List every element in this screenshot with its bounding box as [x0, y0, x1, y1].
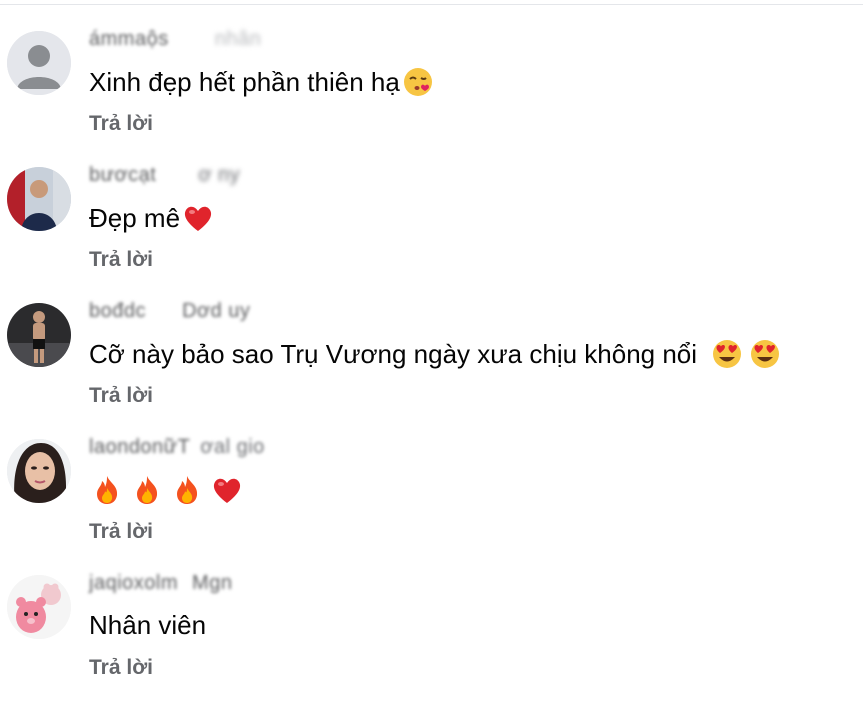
comment-text: Nhân viên [89, 610, 207, 640]
user-avatar[interactable] [7, 167, 71, 231]
commenter-name[interactable]: ámmaộs nhân [89, 28, 261, 51]
fire-emoji [91, 474, 123, 506]
kissing-heart-emoji [402, 66, 434, 98]
comment-text: Đẹp mê [89, 202, 214, 234]
user-avatar[interactable] [7, 439, 71, 503]
comment-item: bươcạt ơ ny Đẹp mê Trả lời [0, 136, 863, 272]
comment-text: Cỡ này bảo sao Trụ Vương ngày xưa chịu k… [89, 338, 781, 370]
red-heart-emoji [182, 202, 214, 234]
user-avatar[interactable] [7, 575, 71, 639]
reply-button[interactable]: Trả lời [89, 656, 153, 680]
heart-eyes-emoji [749, 338, 781, 370]
avatar-photo [7, 575, 71, 639]
avatar-photo [7, 439, 71, 503]
comment-item: laondonữT ơal gio Trả lời [0, 408, 863, 544]
comment-item: ámmaộs nhân Xinh đẹp hết phần thiên hạ T… [0, 0, 863, 136]
comment-thread: ámmaộs nhân Xinh đẹp hết phần thiên hạ T… [0, 0, 863, 707]
commenter-name[interactable]: bươcạt ơ ny [89, 164, 240, 187]
comment-item: bođdc Dơd uy Cỡ này bảo sao Trụ Vương ng… [0, 272, 863, 408]
reply-button[interactable]: Trả lời [89, 520, 153, 544]
fire-emoji [171, 474, 203, 506]
fire-emoji [131, 474, 163, 506]
avatar-photo [7, 167, 71, 231]
red-heart-emoji [211, 474, 243, 506]
commenter-name[interactable]: jaqioxolm Mgn [89, 572, 232, 595]
heart-eyes-emoji [711, 338, 743, 370]
avatar-photo [7, 303, 71, 367]
default-avatar[interactable] [7, 31, 71, 95]
comment-item: jaqioxolm Mgn Nhân viên Trả lời [0, 544, 863, 680]
commenter-name[interactable]: bođdc Dơd uy [89, 300, 250, 323]
commenter-name[interactable]: laondonữT ơal gio [89, 436, 265, 459]
comment-text: Xinh đẹp hết phần thiên hạ [89, 66, 434, 98]
default-profile-icon [7, 31, 71, 95]
reply-button[interactable]: Trả lời [89, 112, 153, 136]
user-avatar[interactable] [7, 303, 71, 367]
reply-button[interactable]: Trả lời [89, 248, 153, 272]
reply-button[interactable]: Trả lời [89, 384, 153, 408]
comment-text [89, 474, 243, 506]
